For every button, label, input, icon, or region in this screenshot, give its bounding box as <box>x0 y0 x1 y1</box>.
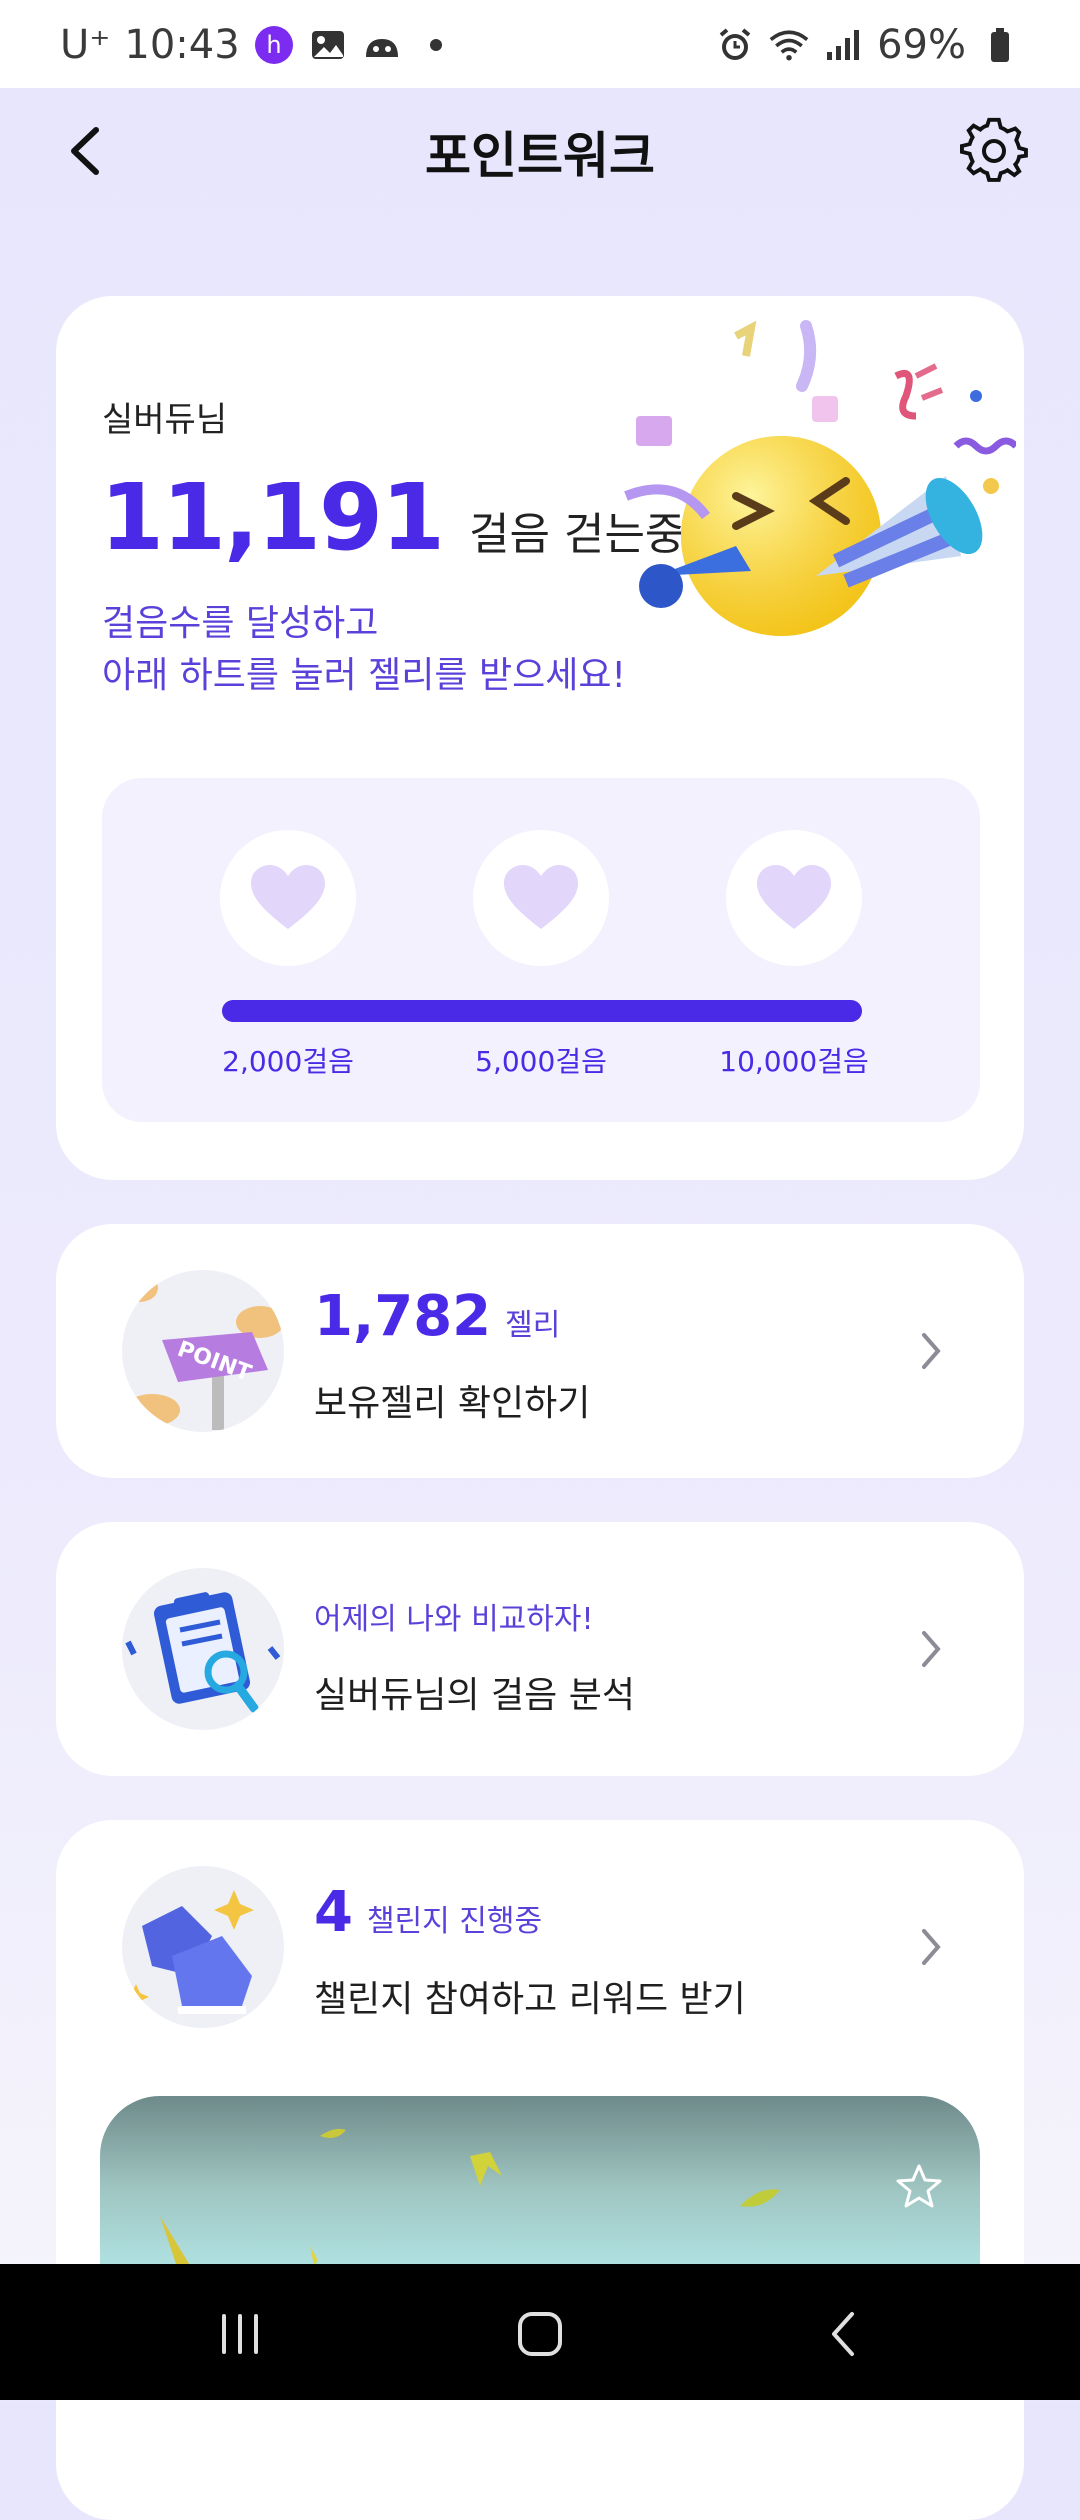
analysis-card[interactable]: 어제의 나와 비교하자! 실버듀님의 걸음 분석 <box>56 1522 1024 1776</box>
milestone-label-10000: 10,000걸음 <box>719 1045 869 1078</box>
sneakers-icon <box>122 1866 284 2028</box>
system-nav-bar <box>0 2264 1080 2400</box>
challenge-count-line: 4 챌린지 진행중 <box>314 1880 542 1945</box>
nav-back-icon[interactable] <box>814 2304 874 2364</box>
jelly-count-line: 1,782 젤리 <box>314 1284 560 1349</box>
heart-button-2000[interactable] <box>220 830 356 966</box>
page-title: 포인트워크 <box>425 127 655 185</box>
alarm-icon <box>715 25 755 65</box>
steps-card: 실버듀님 11,191 걸음 걷는중 걸음수를 달성하고 아래 하트를 눌러 젤… <box>56 296 1024 1180</box>
chevron-right-icon[interactable] <box>916 1925 946 1969</box>
heart-icon <box>757 865 831 929</box>
challenge-unit: 챌린지 진행중 <box>366 1904 543 1939</box>
heart-milestone-panel: 2,000걸음 5,000걸음 10,000걸음 <box>102 778 980 1122</box>
heart-button-5000[interactable] <box>473 830 609 966</box>
heart-icon <box>251 865 325 929</box>
promo-line-1: 걸음수를 달성하고 <box>102 603 379 644</box>
jelly-card[interactable]: POINT 1,782 젤리 보유젤리 확인하기 <box>56 1224 1024 1478</box>
app-notification-icon: h <box>254 25 294 65</box>
user-nickname: 실버듀님 <box>102 400 228 440</box>
app-header: 포인트워크 <box>0 88 1080 208</box>
heart-button-10000[interactable] <box>726 830 862 966</box>
carrier-label: U⁺ <box>60 22 111 68</box>
dot-icon <box>416 25 456 65</box>
android-debug-icon <box>362 25 402 65</box>
battery-percent: 69% <box>877 22 966 68</box>
recents-icon[interactable] <box>210 2304 270 2364</box>
svg-text:h: h <box>266 31 281 59</box>
promo-line-2: 아래 하트를 눌러 젤리를 받으세요! <box>102 655 626 696</box>
jelly-action-label: 보유젤리 확인하기 <box>314 1383 591 1424</box>
challenge-card: 4 챌린지 진행중 챌린지 참여하고 리워드 받기 <box>56 1820 1024 2520</box>
chevron-right-icon <box>922 1333 941 1369</box>
promo-text: 걸음수를 달성하고 아래 하트를 눌러 젤리를 받으세요! <box>102 598 626 702</box>
gallery-icon <box>308 25 348 65</box>
gear-icon <box>960 117 1028 182</box>
analysis-action-label: 실버듀님의 걸음 분석 <box>314 1675 635 1716</box>
status-bar: U⁺ 10:43 h 69% <box>0 0 1080 88</box>
milestone-label-5000: 5,000걸음 <box>475 1045 607 1078</box>
home-icon[interactable] <box>510 2304 570 2364</box>
challenge-action-label[interactable]: 챌린지 참여하고 리워드 받기 <box>314 1970 746 2022</box>
challenge-count: 4 <box>314 1880 353 1945</box>
clipboard-search-icon <box>122 1568 284 1730</box>
analysis-subtitle-line: 어제의 나와 비교하자! <box>314 1594 594 1638</box>
settings-button[interactable] <box>960 116 1030 186</box>
step-progress-bar <box>222 1000 862 1022</box>
milestone-label-2000: 2,000걸음 <box>222 1045 354 1078</box>
signal-icon <box>823 25 863 65</box>
status-time: 10:43 <box>124 22 240 68</box>
party-emoji-illustration <box>624 320 1016 636</box>
heart-icon <box>504 865 578 929</box>
battery-icon <box>980 25 1020 65</box>
analysis-subtitle: 어제의 나와 비교하자! <box>314 1602 594 1637</box>
chevron-right-icon <box>922 1631 941 1667</box>
star-icon[interactable] <box>894 2162 944 2212</box>
jelly-count: 1,782 <box>314 1284 492 1349</box>
wifi-icon <box>769 25 809 65</box>
jelly-unit: 젤리 <box>505 1308 561 1343</box>
point-sign-icon: POINT <box>122 1270 284 1432</box>
step-count: 11,191 <box>100 464 445 571</box>
